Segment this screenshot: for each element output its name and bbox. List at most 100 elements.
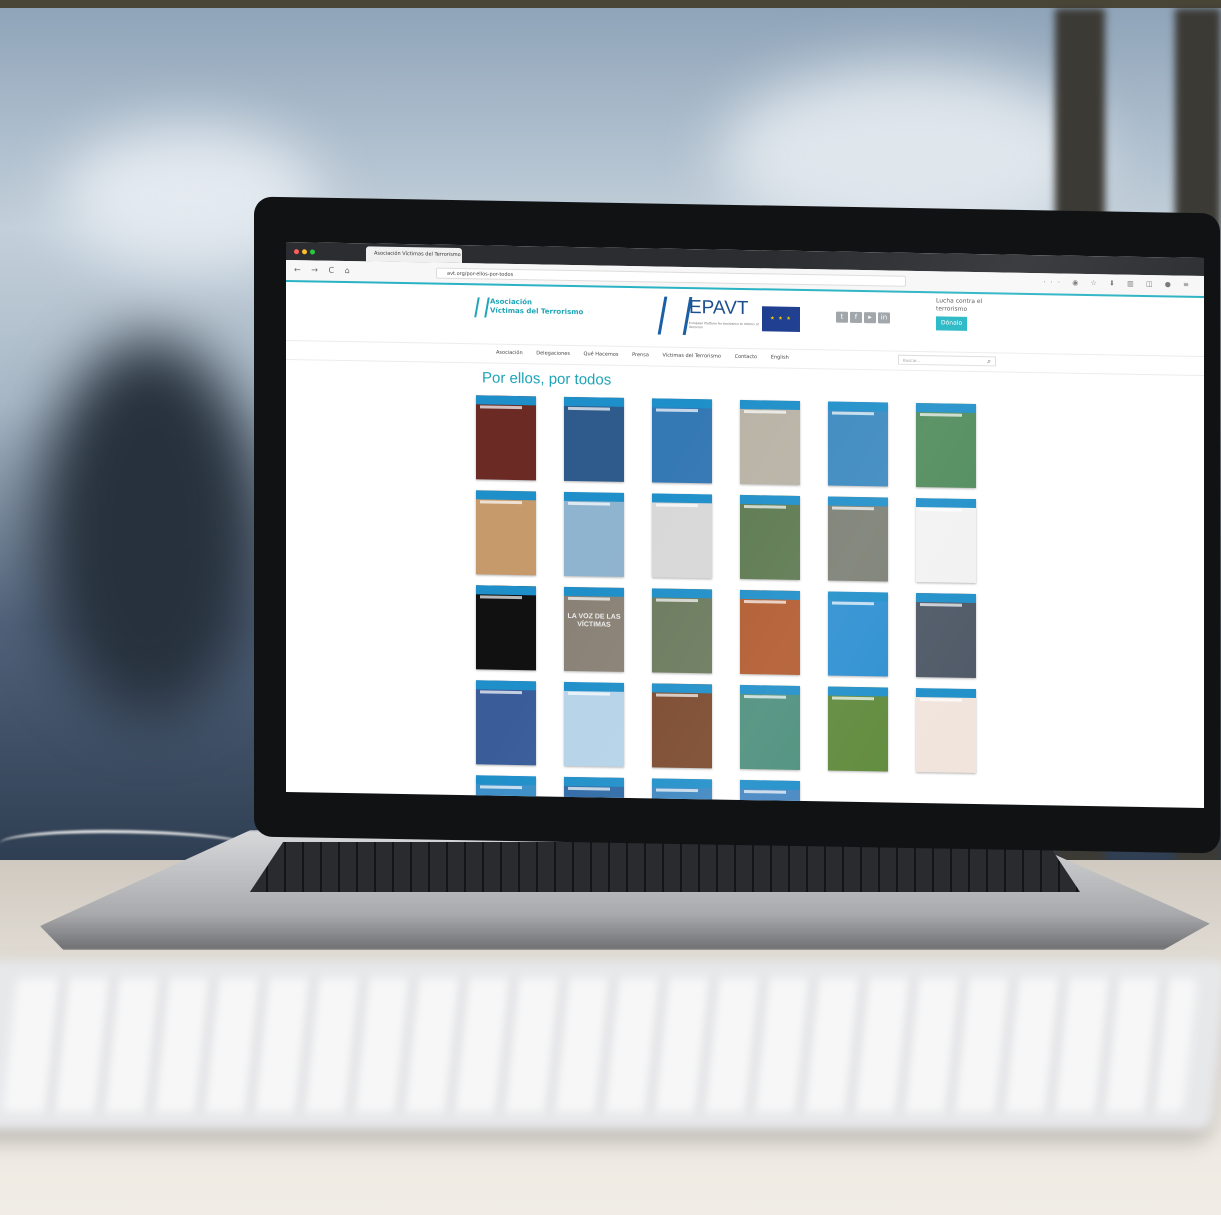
donate-button[interactable]: Dónalo [936, 316, 968, 331]
magazine-cover[interactable]: LA VOZ DE LAS VÍCTIMAS [564, 586, 624, 672]
cover-masthead [564, 396, 624, 407]
magazine-cover[interactable] [652, 493, 712, 579]
magazine-cover[interactable] [476, 395, 536, 481]
menu-item-victimas[interactable]: Víctimas del Terrorismo [662, 353, 721, 360]
cover-masthead-text [480, 595, 522, 600]
cover-masthead [564, 681, 624, 692]
external-keyboard [0, 960, 1221, 1130]
twitter-icon[interactable]: t [836, 311, 848, 323]
search-icon[interactable]: ⌕ [987, 356, 991, 366]
close-dot-icon[interactable] [294, 249, 299, 255]
cover-masthead [916, 497, 976, 509]
cover-masthead [564, 491, 624, 502]
cover-masthead [476, 775, 536, 786]
avt-logo[interactable]: Asociación Víctimas del Terrorismo [474, 297, 583, 318]
external-keyboard-keys [2, 978, 1198, 1112]
laptop-keyboard [250, 842, 1080, 892]
menu-item-delegaciones[interactable]: Delegaciones [536, 350, 570, 357]
menu-item-que-hacemos[interactable]: Qué Hacemos [584, 351, 619, 358]
toolbar-icons[interactable]: ··· ◉ ☆ ⬇ ▥ ◫ ● ≡ [1043, 278, 1194, 289]
magazine-cover[interactable] [916, 402, 976, 489]
cover-masthead-text [480, 785, 522, 790]
magazine-cover[interactable] [916, 497, 976, 584]
magazine-cover[interactable] [828, 401, 888, 487]
cover-masthead-text [480, 405, 522, 410]
menu-item-contacto[interactable]: Contacto [735, 354, 758, 360]
cover-masthead [740, 399, 800, 410]
social-links: t f ▸ in [836, 304, 892, 324]
magazine-cover[interactable] [652, 588, 712, 674]
cover-masthead-text [568, 786, 610, 791]
cover-masthead [652, 778, 712, 789]
cover-masthead [828, 496, 888, 507]
cover-masthead [828, 401, 888, 412]
cover-masthead [476, 490, 536, 501]
magazine-cover[interactable] [564, 491, 624, 577]
cover-masthead [652, 398, 712, 409]
magazine-cover[interactable] [740, 589, 800, 675]
cover-masthead [916, 402, 976, 414]
magazine-cover[interactable] [740, 494, 800, 580]
cover-masthead-text [920, 413, 962, 417]
magazine-cover[interactable] [476, 585, 536, 671]
magazine-cover[interactable] [476, 490, 536, 576]
magazine-cover[interactable] [652, 398, 712, 484]
magazine-cover[interactable] [916, 592, 976, 679]
cover-masthead-text [656, 598, 698, 603]
cover-masthead-text [920, 508, 962, 512]
menu-item-english[interactable]: English [771, 354, 789, 360]
cover-masthead-text [832, 411, 874, 416]
maximize-dot-icon[interactable] [310, 249, 315, 255]
cover-masthead [740, 779, 800, 790]
cover-masthead [564, 586, 624, 597]
magazine-cover[interactable] [828, 496, 888, 582]
address-bar[interactable]: avt.org/por-ellos-por-todos [436, 267, 906, 287]
magazine-cover[interactable] [564, 396, 624, 482]
page-title: Por ellos, por todos [482, 369, 612, 389]
cover-masthead [828, 686, 888, 697]
cover-masthead-text [568, 501, 610, 506]
nav-buttons[interactable]: ← → C ⌂ [294, 265, 354, 275]
cover-masthead-text [744, 694, 786, 699]
epavt-title: EPAVT [689, 297, 749, 320]
cover-masthead-text [480, 500, 522, 505]
magazine-cover[interactable] [828, 591, 888, 677]
cover-masthead-text [568, 596, 610, 601]
cover-masthead [652, 588, 712, 599]
magazine-cover[interactable] [828, 686, 888, 772]
cover-masthead [740, 684, 800, 695]
menu-item-prensa[interactable]: Prensa [632, 352, 649, 358]
cover-masthead-text [920, 603, 962, 607]
magazine-cover[interactable] [652, 683, 712, 769]
cover-masthead [916, 592, 976, 604]
minimize-dot-icon[interactable] [302, 249, 307, 255]
magazine-cover[interactable] [476, 680, 536, 766]
cover-masthead-text [744, 504, 786, 509]
youtube-icon[interactable]: ▸ [864, 312, 876, 324]
magazine-cover[interactable] [740, 399, 800, 485]
browser-tab[interactable]: Asociación Víctimas del Terrorismo [366, 246, 462, 264]
magazine-grid: LA VOZ DE LAS VÍCTIMAS [476, 395, 996, 809]
cover-masthead [828, 591, 888, 602]
magazine-cover[interactable] [916, 687, 976, 774]
facebook-icon[interactable]: f [850, 311, 862, 324]
cover-masthead-text [832, 696, 874, 701]
search-placeholder: Buscar... [903, 357, 921, 364]
cover-masthead [652, 683, 712, 694]
epavt-logo-icon [657, 296, 693, 335]
cover-masthead [740, 494, 800, 505]
cover-masthead-text [480, 690, 522, 695]
cover-masthead-text [656, 408, 698, 413]
magazine-cover[interactable] [564, 681, 624, 767]
menu-item-asociacion[interactable]: Asociación [496, 350, 523, 356]
cover-masthead-text [832, 601, 874, 606]
cover-masthead-text [656, 693, 698, 698]
search-input[interactable]: Buscar... ⌕ [898, 354, 996, 367]
epavt-subtitle: European Platform for Assistance to Vict… [689, 321, 759, 330]
cover-masthead [740, 589, 800, 600]
linkedin-icon[interactable]: in [878, 312, 890, 324]
cover-masthead-text [656, 503, 698, 508]
magazine-cover[interactable] [740, 684, 800, 770]
cover-masthead [476, 585, 536, 596]
cover-masthead [476, 395, 536, 406]
